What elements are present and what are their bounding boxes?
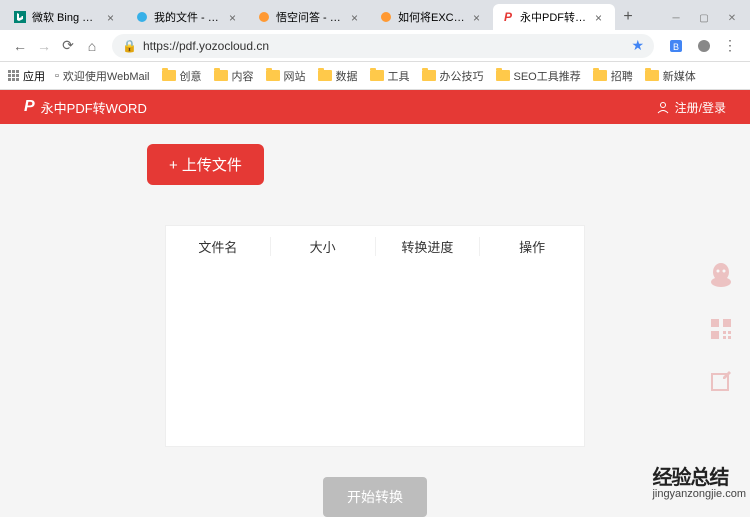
logo-icon: P <box>24 98 35 116</box>
folder-icon <box>162 70 176 81</box>
browser-tab-active[interactable]: P 永中PDF转Word × <box>493 4 615 30</box>
yozo-icon: P <box>501 10 515 24</box>
bookmark-folder[interactable]: 内容 <box>214 68 254 84</box>
folder-icon <box>370 70 384 81</box>
bookmark-star-icon[interactable]: ★ <box>631 37 644 54</box>
close-icon[interactable]: × <box>351 11 363 23</box>
wukong-icon <box>257 10 271 24</box>
column-filename: 文件名 <box>166 237 271 256</box>
edit-icon <box>709 371 733 395</box>
bookmark-folder[interactable]: SEO工具推荐 <box>496 68 581 84</box>
close-icon[interactable]: × <box>229 11 241 23</box>
login-button[interactable]: 注册/登录 <box>656 99 726 116</box>
apps-icon <box>8 70 19 81</box>
browser-tab[interactable]: 微软 Bing 搜索 - 国 × <box>5 4 127 30</box>
tab-title: 微软 Bing 搜索 - 国 <box>32 9 103 25</box>
bookmark-folder[interactable]: 创意 <box>162 68 202 84</box>
main-content: + 上传文件 文件名 大小 转换进度 操作 开始转换 <box>0 124 750 517</box>
home-button[interactable]: ⌂ <box>80 34 104 58</box>
close-window-button[interactable]: ✕ <box>722 13 742 24</box>
new-tab-button[interactable]: + <box>615 4 641 30</box>
folder-icon <box>593 70 607 81</box>
tab-title: 如何将EXCEL转换 <box>398 9 469 25</box>
wukong-icon <box>379 10 393 24</box>
column-progress: 转换进度 <box>376 237 481 256</box>
extension-icon[interactable]: B <box>666 36 686 56</box>
folder-icon <box>496 70 510 81</box>
close-icon[interactable]: × <box>107 11 119 23</box>
logo[interactable]: P 永中PDF转WORD <box>24 98 147 117</box>
folder-icon <box>214 70 228 81</box>
tab-title: 永中PDF转Word <box>520 9 591 25</box>
apps-button[interactable]: 应用 <box>8 68 45 84</box>
file-table: 文件名 大小 转换进度 操作 <box>165 225 585 447</box>
qq-contact-button[interactable] <box>706 260 736 290</box>
url-input[interactable]: 🔒 https://pdf.yozocloud.cn ★ <box>112 34 654 58</box>
side-float-bar <box>706 260 736 398</box>
qrcode-icon <box>709 317 733 341</box>
bookmark-item[interactable]: ▫欢迎使用WebMail <box>55 68 150 84</box>
reload-button[interactable]: ⟳ <box>56 34 80 58</box>
back-button[interactable]: ← <box>8 34 32 58</box>
browser-tab[interactable]: 如何将EXCEL转换 × <box>371 4 493 30</box>
user-icon <box>656 100 670 114</box>
bookmarks-bar: 应用 ▫欢迎使用WebMail 创意 内容 网站 数据 工具 办公技巧 SEO工… <box>0 62 750 90</box>
app-title: 永中PDF转WORD <box>41 98 147 117</box>
tab-title: 我的文件 - 优云 <box>154 9 225 25</box>
feedback-button[interactable] <box>706 368 736 398</box>
watermark: 经验总结 jingyanzongjie.com <box>652 461 746 500</box>
maximize-button[interactable]: ▢ <box>694 13 714 24</box>
app-header: P 永中PDF转WORD 注册/登录 <box>0 90 750 124</box>
folder-icon <box>266 70 280 81</box>
start-convert-button[interactable]: 开始转换 <box>323 477 427 517</box>
cloud-icon <box>135 10 149 24</box>
bing-icon <box>13 10 27 24</box>
url-text: https://pdf.yozocloud.cn <box>143 39 269 53</box>
minimize-button[interactable]: ─ <box>666 13 686 24</box>
table-header: 文件名 大小 转换进度 操作 <box>166 226 584 266</box>
browser-address-bar: ← → ⟳ ⌂ 🔒 https://pdf.yozocloud.cn ★ B ⋮ <box>0 30 750 62</box>
qrcode-button[interactable] <box>706 314 736 344</box>
tab-title: 悟空问答 - 搜索 <box>276 9 347 25</box>
folder-icon <box>318 70 332 81</box>
table-body-empty <box>166 266 584 446</box>
folder-icon <box>422 70 436 81</box>
folder-icon <box>645 70 659 81</box>
bookmark-folder[interactable]: 办公技巧 <box>422 68 484 84</box>
browser-tab-bar: 微软 Bing 搜索 - 国 × 我的文件 - 优云 × 悟空问答 - 搜索 ×… <box>0 0 750 30</box>
bookmark-folder[interactable]: 新媒体 <box>645 68 696 84</box>
column-size: 大小 <box>271 237 376 256</box>
qq-icon <box>708 262 734 288</box>
svg-text:B: B <box>673 42 679 52</box>
lock-icon: 🔒 <box>122 39 137 53</box>
forward-button: → <box>32 34 56 58</box>
close-icon[interactable]: × <box>595 11 607 23</box>
browser-tab[interactable]: 悟空问答 - 搜索 × <box>249 4 371 30</box>
bookmark-folder[interactable]: 网站 <box>266 68 306 84</box>
bookmark-folder[interactable]: 招聘 <box>593 68 633 84</box>
upload-button[interactable]: + 上传文件 <box>147 144 264 185</box>
page-icon: ▫ <box>55 70 59 82</box>
close-icon[interactable]: × <box>473 11 485 23</box>
column-action: 操作 <box>480 237 584 256</box>
bookmark-folder[interactable]: 数据 <box>318 68 358 84</box>
window-controls: ─ ▢ ✕ <box>666 13 750 30</box>
profile-icon[interactable] <box>694 36 714 56</box>
browser-tab[interactable]: 我的文件 - 优云 × <box>127 4 249 30</box>
menu-button[interactable]: ⋮ <box>718 34 742 58</box>
bookmark-folder[interactable]: 工具 <box>370 68 410 84</box>
